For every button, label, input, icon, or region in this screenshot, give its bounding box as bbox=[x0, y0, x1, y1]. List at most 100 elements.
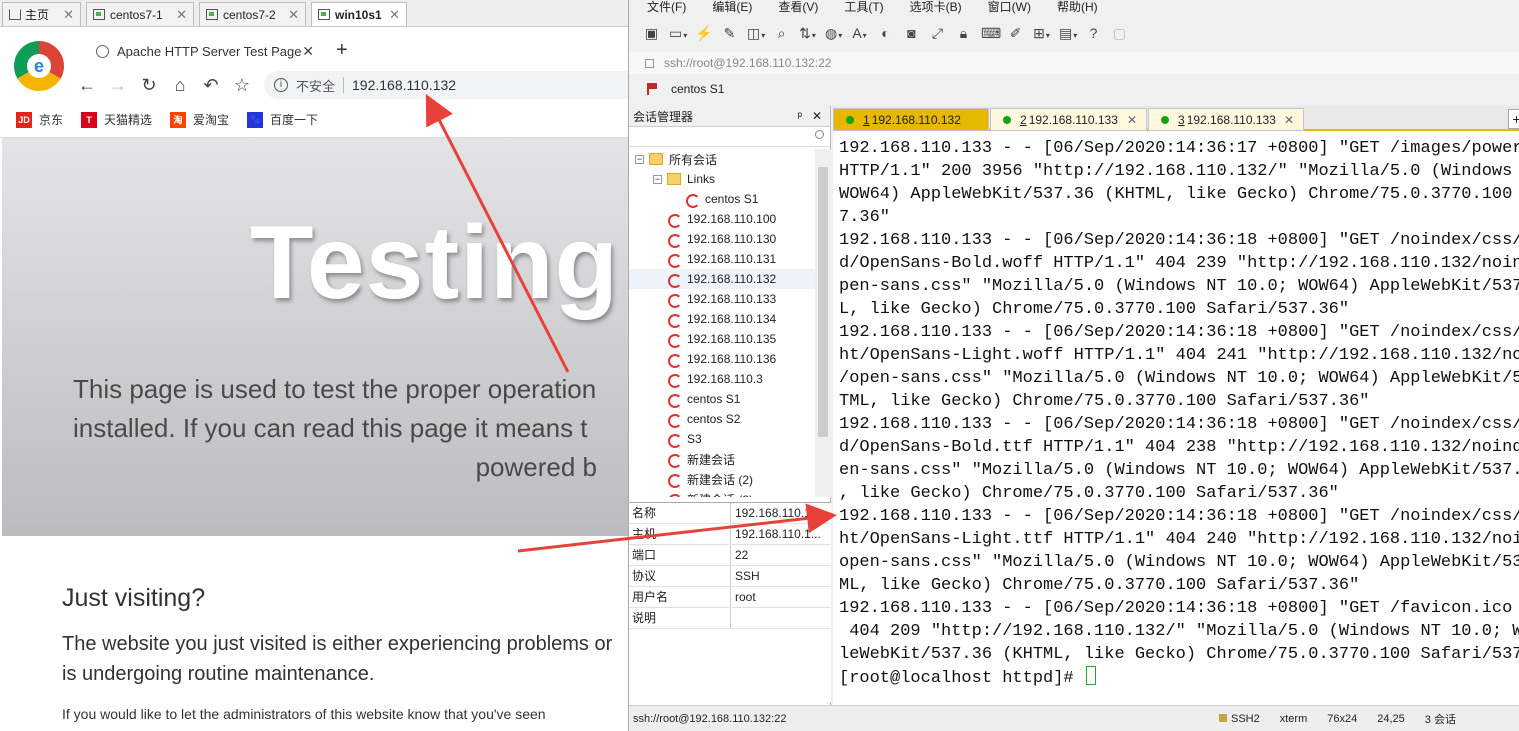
tree-label: centos S1 bbox=[687, 392, 741, 406]
session-icon bbox=[667, 353, 682, 368]
terminal-prompt-line[interactable]: [root@localhost httpd]# bbox=[839, 666, 1519, 690]
property-value: 22 bbox=[735, 548, 749, 562]
tree-label: 所有会话 bbox=[669, 152, 718, 167]
add-tab-button[interactable]: + bbox=[1508, 109, 1519, 129]
open-folder-icon[interactable]: ▭ bbox=[669, 25, 686, 42]
tree-session[interactable]: 192.168.110.133 bbox=[629, 289, 815, 309]
properties-icon[interactable]: ◫ bbox=[747, 25, 764, 42]
star-icon[interactable]: ☆ bbox=[233, 74, 251, 96]
terminal-tab[interactable]: 3 192.168.110.133 ✕ bbox=[1148, 108, 1304, 131]
menu-edit[interactable]: 编辑(E) bbox=[694, 0, 760, 16]
bookmark-tmall[interactable]: T 天猫精选 bbox=[81, 111, 152, 128]
property-row: 主机 192.168.110.1... bbox=[629, 524, 831, 545]
chat-icon[interactable]: ▢ bbox=[1111, 25, 1128, 42]
terminal-tab[interactable]: 2 192.168.110.133 ✕ bbox=[990, 108, 1147, 131]
search-icon[interactable] bbox=[815, 130, 824, 139]
link-item[interactable]: centos S1 bbox=[671, 82, 724, 96]
visiting-text: The website you just visited is either e… bbox=[62, 633, 613, 685]
vm-tab-win10s1[interactable]: win10s1 ✕ bbox=[311, 2, 407, 26]
menu-tabs[interactable]: 选项卡(B) bbox=[892, 0, 970, 16]
close-icon[interactable]: ✕ bbox=[63, 7, 74, 23]
lock-icon[interactable]: 🔒︎ bbox=[955, 25, 972, 42]
bookmark-baidu[interactable]: 🐾 百度一下 bbox=[247, 111, 318, 128]
tree-label: 新建会话 bbox=[687, 452, 736, 467]
property-key: 说明 bbox=[629, 608, 731, 628]
tree-session[interactable]: 新建会话 bbox=[629, 449, 815, 469]
terminal-tab[interactable]: 1 192.168.110.132 bbox=[833, 108, 989, 131]
vm-tab-centos7-1[interactable]: centos7-1 ✕ bbox=[86, 2, 194, 26]
tree-folder[interactable]: − Links bbox=[629, 169, 815, 189]
highlight-icon[interactable]: ✐ bbox=[1007, 25, 1024, 42]
menu-help[interactable]: 帮助(H) bbox=[1039, 0, 1106, 16]
reload-icon[interactable]: ↻ bbox=[140, 74, 158, 96]
layout-icon[interactable]: ▤ bbox=[1059, 25, 1076, 42]
collapse-toggle-icon[interactable]: − bbox=[653, 174, 662, 184]
close-tab-icon[interactable]: ✕ bbox=[302, 43, 314, 60]
connect-icon[interactable]: ⚡ bbox=[695, 25, 712, 42]
session-address-bar[interactable]: ssh://root@192.168.110.132:22 bbox=[629, 52, 1519, 74]
keyboard-icon[interactable]: ⌨ bbox=[981, 25, 1001, 42]
close-icon[interactable]: ✕ bbox=[812, 109, 822, 123]
back-icon[interactable]: ← bbox=[78, 74, 96, 96]
fullscreen-icon[interactable]: ⤢ bbox=[929, 25, 946, 42]
terminal[interactable]: 192.168.110.133 - - [06/Sep/2020:14:36:1… bbox=[833, 131, 1519, 705]
undo-icon[interactable]: ↶ bbox=[202, 74, 220, 96]
close-icon[interactable]: ✕ bbox=[176, 7, 187, 23]
bookmark-jd[interactable]: JD 京东 bbox=[16, 111, 63, 128]
url-text[interactable]: 192.168.110.132 bbox=[352, 77, 456, 93]
forward-icon[interactable]: → bbox=[109, 74, 127, 96]
tree-session[interactable]: 192.168.110.100 bbox=[629, 209, 815, 229]
session-search[interactable] bbox=[629, 127, 830, 147]
pin-icon[interactable]: ᵖ bbox=[797, 109, 802, 123]
tree-folder[interactable]: − 所有会话 bbox=[629, 149, 815, 169]
menu-tools[interactable]: 工具(T) bbox=[826, 0, 891, 16]
collapse-toggle-icon[interactable]: − bbox=[635, 154, 644, 164]
close-icon[interactable]: ✕ bbox=[1284, 113, 1294, 127]
terminal-line: TML, like Gecko) Chrome/75.0.3770.100 Sa… bbox=[839, 392, 1370, 411]
tree-label: 192.168.110.131 bbox=[687, 252, 777, 266]
terminal-line: L, like Gecko) Chrome/75.0.3770.100 Safa… bbox=[839, 300, 1350, 319]
tree-session[interactable]: 192.168.110.131 bbox=[629, 249, 815, 269]
address-bar[interactable]: i 不安全 192.168.110.132 bbox=[264, 71, 628, 99]
vm-tab-centos7-2[interactable]: centos7-2 ✕ bbox=[199, 2, 306, 26]
menu-file[interactable]: 文件(F) bbox=[629, 0, 694, 16]
tree-session[interactable]: centos S1 bbox=[629, 189, 815, 209]
compose-icon[interactable]: ⊞ bbox=[1033, 25, 1050, 42]
bookmark-aitaobao[interactable]: 淘 爱淘宝 bbox=[170, 111, 229, 128]
browser-tab[interactable]: Apache HTTP Server Test Page ✕ bbox=[86, 37, 318, 65]
new-tab-button[interactable]: + bbox=[336, 37, 348, 63]
transfer-icon[interactable]: ⇅ bbox=[799, 25, 816, 42]
tree-session[interactable]: 192.168.110.135 bbox=[629, 329, 815, 349]
ssh-client-window: 文件(F) 编辑(E) 查看(V) 工具(T) 选项卡(B) 窗口(W) 帮助(… bbox=[628, 0, 1519, 731]
tree-scrollbar[interactable] bbox=[815, 149, 831, 497]
globe-icon[interactable]: ◍ bbox=[825, 25, 842, 42]
status-bar: ssh://root@192.168.110.132:22 SSH2 xterm… bbox=[629, 705, 1519, 731]
vm-tab-home[interactable]: 主页 ✕ bbox=[2, 2, 81, 26]
help-icon[interactable]: ? bbox=[1085, 25, 1102, 41]
font-icon[interactable]: A bbox=[851, 25, 868, 41]
close-icon[interactable]: ✕ bbox=[389, 7, 400, 23]
tree-session[interactable]: 192.168.110.130 bbox=[629, 229, 815, 249]
menu-view[interactable]: 查看(V) bbox=[760, 0, 826, 16]
tree-session[interactable]: 192.168.110.136 bbox=[629, 349, 815, 369]
color-scheme-icon[interactable]: ◐ bbox=[877, 25, 894, 41]
find-icon[interactable]: ⌕ bbox=[773, 25, 790, 42]
tree-session[interactable]: S3 bbox=[629, 429, 815, 449]
tree-session[interactable]: centos S1 bbox=[629, 389, 815, 409]
tree-session[interactable]: 新建会话 (3) bbox=[629, 489, 815, 497]
info-icon[interactable]: i bbox=[274, 78, 288, 92]
tree-session[interactable]: 192.168.110.134 bbox=[629, 309, 815, 329]
property-row: 用户名 root bbox=[629, 587, 831, 608]
close-icon[interactable]: ✕ bbox=[288, 7, 299, 23]
close-icon[interactable]: ✕ bbox=[1127, 113, 1137, 127]
new-session-icon[interactable]: ▣ bbox=[643, 25, 660, 42]
visiting-heading: Just visiting? bbox=[62, 584, 206, 612]
tree-session[interactable]: 192.168.110.3 bbox=[629, 369, 815, 389]
disconnect-icon[interactable]: ✎ bbox=[721, 25, 738, 42]
tree-session[interactable]: 新建会话 (2) bbox=[629, 469, 815, 489]
script-icon[interactable]: ◙ bbox=[903, 25, 920, 41]
tree-session[interactable]: 192.168.110.132 bbox=[629, 269, 815, 289]
home-icon[interactable]: ⌂ bbox=[171, 74, 189, 96]
menu-window[interactable]: 窗口(W) bbox=[970, 0, 1039, 16]
tree-session[interactable]: centos S2 bbox=[629, 409, 815, 429]
